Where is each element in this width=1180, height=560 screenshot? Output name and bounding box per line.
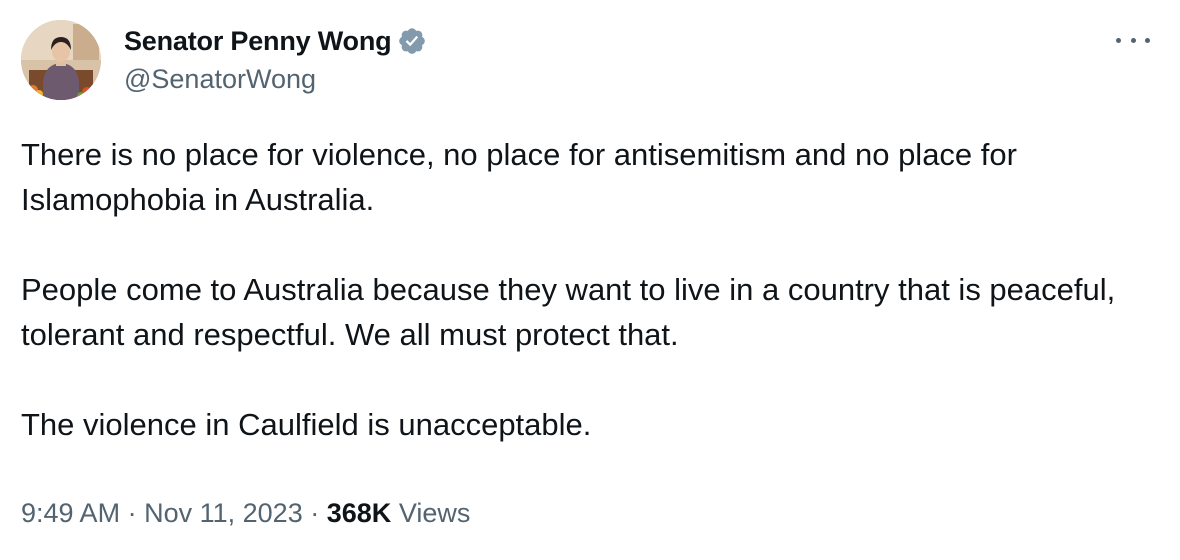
tweet-text: There is no place for violence, no place… xyxy=(21,132,1161,447)
more-dot xyxy=(1116,37,1121,43)
author-display-name[interactable]: Senator Penny Wong xyxy=(124,26,392,57)
more-dot xyxy=(1145,37,1150,43)
views-count[interactable]: 368K xyxy=(327,498,392,528)
tweet-time[interactable]: 9:49 AM xyxy=(21,498,120,528)
more-options-icon[interactable] xyxy=(1116,30,1150,50)
avatar[interactable] xyxy=(21,20,101,100)
views-label: Views xyxy=(398,498,471,528)
tweet-paragraph: The violence in Caulfield is unacceptabl… xyxy=(21,407,592,442)
meta-separator: · xyxy=(127,498,137,528)
tweet-paragraph: There is no place for violence, no place… xyxy=(21,137,1017,217)
verified-badge-icon[interactable] xyxy=(397,26,427,56)
author-handle[interactable]: @SenatorWong xyxy=(124,64,316,95)
tweet-card: Senator Penny Wong @SenatorWong There is… xyxy=(0,0,1180,560)
tweet-meta: 9:49 AM · Nov 11, 2023 · 368K Views xyxy=(21,498,470,529)
avatar-photo xyxy=(21,20,101,100)
author-name-row: Senator Penny Wong xyxy=(124,24,427,58)
meta-separator: · xyxy=(310,498,320,528)
tweet-date[interactable]: Nov 11, 2023 xyxy=(144,498,303,528)
more-dot xyxy=(1130,37,1136,43)
tweet-paragraph: People come to Australia because they wa… xyxy=(21,272,1116,352)
